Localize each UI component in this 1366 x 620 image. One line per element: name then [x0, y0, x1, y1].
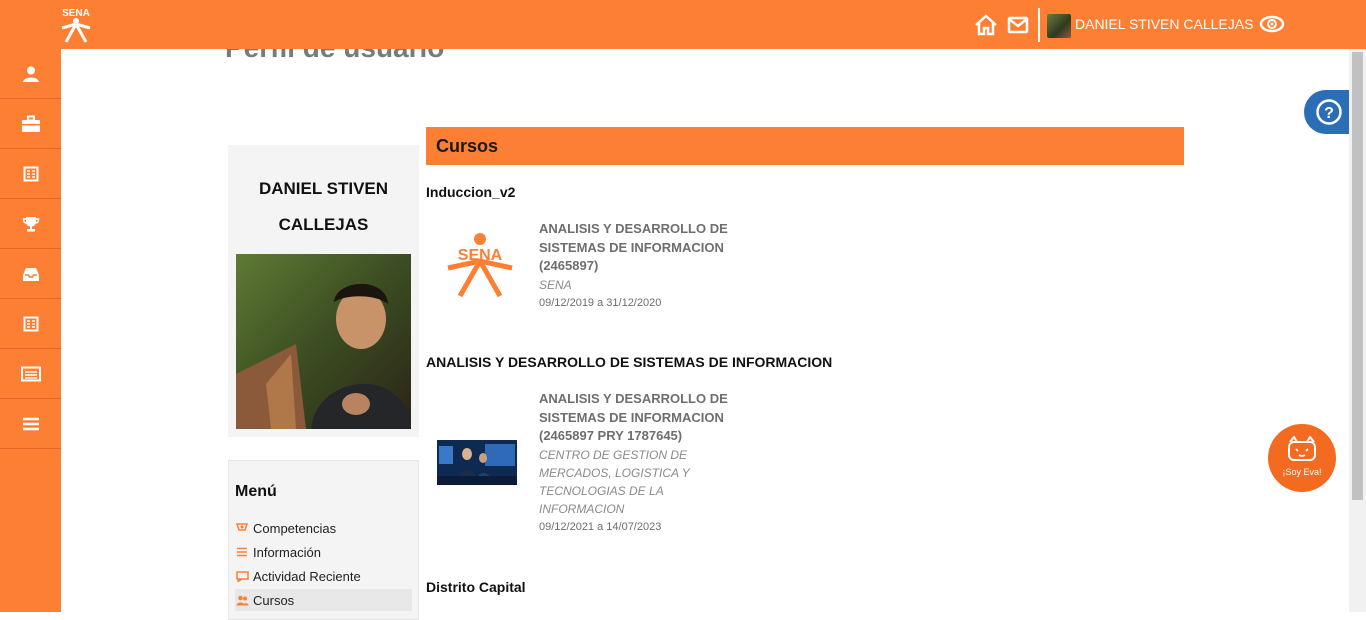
menu-item-label: Cursos [253, 592, 295, 608]
course-name-line[interactable]: SISTEMAS DE INFORMACION [539, 239, 739, 258]
inbox-icon [22, 267, 39, 281]
menu-item-competencias[interactable]: Competencias [235, 517, 412, 539]
hamburger-icon [22, 417, 39, 430]
left-sidebar [0, 49, 61, 612]
course-name-line[interactable]: (2465897) [539, 257, 739, 276]
profile-photo [236, 254, 411, 429]
course-group-title: ANALISIS Y DESARROLLO DE SISTEMAS DE INF… [426, 354, 833, 370]
profile-name: DANIEL STIVEN CALLEJAS [228, 171, 419, 243]
scrollbar-thumb[interactable] [1352, 52, 1363, 500]
card-icon [20, 366, 41, 381]
home-icon[interactable] [974, 0, 998, 49]
course-name-line[interactable]: (2465897 PRY 1787645) [539, 427, 739, 446]
sena-course-logo[interactable]: SENA [444, 230, 516, 300]
menu-item-cursos[interactable]: Cursos [235, 589, 412, 611]
list-icon [235, 547, 249, 557]
mail-icon[interactable] [1007, 0, 1029, 49]
sidebar-item-calendar-2[interactable] [0, 299, 61, 349]
course-name-line[interactable]: SISTEMAS DE INFORMACION [539, 409, 739, 428]
sidebar-item-card[interactable] [0, 349, 61, 399]
menu-item-informacion[interactable]: Información [235, 541, 412, 563]
profile-card: DANIEL STIVEN CALLEJAS [228, 145, 419, 437]
eva-chatbot-button[interactable]: ¡Soy Eva! [1268, 424, 1336, 492]
sidebar-item-briefcase[interactable] [0, 99, 61, 149]
course-card[interactable]: ANALISIS Y DESARROLLO DE SISTEMAS DE INF… [539, 390, 739, 536]
sidebar-item-inbox[interactable] [0, 249, 61, 299]
course-organization: CENTRO DE GESTION DE [539, 447, 688, 462]
course-dates: 09/12/2021 a 14/07/2023 [539, 520, 662, 533]
header-divider [1038, 8, 1040, 42]
svg-text:SENA: SENA [62, 8, 90, 19]
course-group-title: Distrito Capital [426, 579, 526, 595]
sidebar-item-menu[interactable] [0, 399, 61, 449]
trophy-icon [22, 216, 39, 231]
eva-label: ¡Soy Eva! [1282, 467, 1322, 477]
top-bar: SENA DANIEL STIVEN CALLEJAS [0, 0, 1366, 49]
vertical-scrollbar[interactable] [1349, 0, 1366, 612]
profile-name-line-2: CALLEJAS [278, 215, 369, 234]
sena-logo[interactable]: SENA [56, 6, 96, 44]
course-group-title: Induccion_v2 [426, 184, 516, 200]
menu-item-label: Competencias [253, 520, 337, 536]
course-dates: 09/12/2019 a 31/12/2020 [539, 296, 662, 309]
menu-item-label: Información [253, 544, 321, 560]
profile-name-line-1: DANIEL STIVEN [258, 179, 389, 198]
sidebar-item-calendar[interactable] [0, 149, 61, 199]
course-organization: SENA [539, 277, 572, 292]
svg-text:?: ? [1324, 105, 1334, 122]
user-icon [22, 66, 39, 82]
help-button[interactable]: ? [1304, 90, 1354, 134]
menu-item-actividad-reciente[interactable]: Actividad Reciente [235, 565, 412, 587]
user-avatar[interactable] [1047, 14, 1071, 38]
course-thumbnail[interactable] [437, 440, 517, 485]
help-icon: ? [1316, 99, 1342, 125]
course-organization: INFORMACION [539, 501, 625, 516]
profile-menu: Menú Competencias Información Actividad … [228, 460, 419, 620]
course-organization: TECNOLOGIAS DE LA [539, 483, 664, 498]
eva-bot-icon [1288, 436, 1316, 461]
eye-icon[interactable] [1259, 14, 1285, 39]
sidebar-item-trophy[interactable] [0, 199, 61, 249]
calendar-icon [23, 166, 38, 181]
competencies-icon [235, 523, 249, 533]
header-user-name[interactable]: DANIEL STIVEN CALLEJAS [1075, 16, 1253, 32]
course-organization: MERCADOS, LOGISTICA Y [539, 465, 690, 480]
briefcase-icon [21, 115, 40, 132]
calendar-icon [23, 316, 38, 331]
course-card[interactable]: ANALISIS Y DESARROLLO DE SISTEMAS DE INF… [539, 220, 739, 312]
course-name-line[interactable]: ANALISIS Y DESARROLLO DE [539, 220, 739, 239]
users-icon [235, 595, 249, 606]
sidebar-item-profile[interactable] [0, 49, 61, 99]
activity-icon [235, 570, 249, 582]
menu-item-label: Actividad Reciente [253, 568, 361, 584]
course-name-line[interactable]: ANALISIS Y DESARROLLO DE [539, 390, 739, 409]
menu-title: Menú [235, 483, 277, 500]
courses-header: Cursos [426, 127, 1184, 165]
